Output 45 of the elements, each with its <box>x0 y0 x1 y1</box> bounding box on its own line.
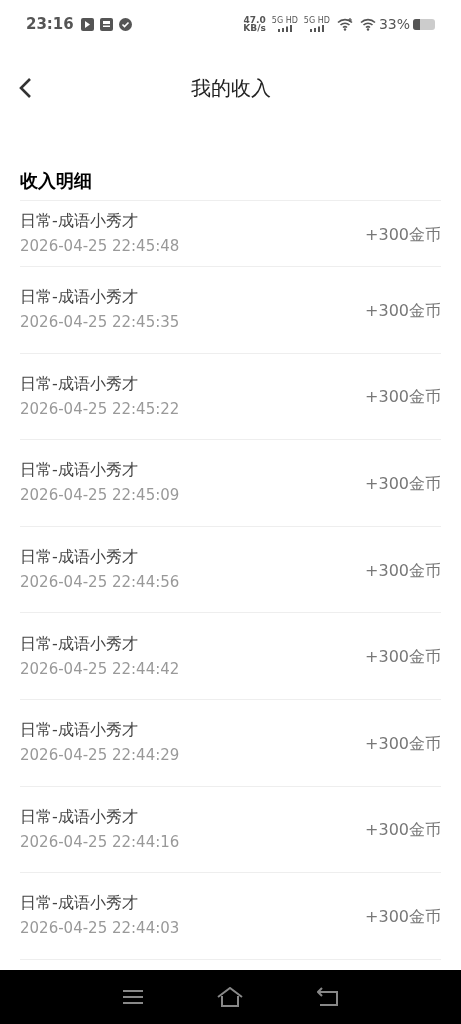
signal-icon <box>276 25 293 32</box>
record-time: 2026-04-25 22:45:35 <box>20 312 180 333</box>
record-time: 2026-04-25 22:44:16 <box>20 831 180 852</box>
record-amount: +300金币 <box>365 732 441 755</box>
wifi-icon <box>336 17 353 31</box>
record-time: 2026-04-25 22:44:03 <box>20 918 180 939</box>
section-title: 收入明细 <box>20 168 92 193</box>
record-title: 日常-成语小秀才 <box>20 547 139 568</box>
record-time: 2026-04-25 22:44:56 <box>20 572 180 593</box>
record-amount: +300金币 <box>365 905 441 928</box>
record-title: 日常-成语小秀才 <box>20 211 139 231</box>
record-time: 2026-04-25 22:44:29 <box>20 745 180 766</box>
record-time: 2026-04-25 22:45:09 <box>20 485 180 506</box>
battery-percent: 33% <box>378 14 410 34</box>
app-notification-icon <box>99 17 113 31</box>
record-title: 日常-成语小秀才 <box>20 720 139 741</box>
menu-icon[interactable] <box>122 989 143 1005</box>
home-icon[interactable] <box>216 987 243 1007</box>
record-amount: +300金币 <box>365 646 441 669</box>
record-amount: +300金币 <box>365 223 441 246</box>
record-title: 日常-成语小秀才 <box>20 287 139 308</box>
wifi-icon <box>359 17 376 31</box>
record-title: 日常-成语小秀才 <box>20 373 139 394</box>
record-title: 日常-成语小秀才 <box>20 806 139 827</box>
record-title: 日常-成语小秀才 <box>20 633 139 654</box>
battery-icon <box>413 18 435 30</box>
record-amount: +300金币 <box>365 386 441 409</box>
record-time: 2026-04-25 22:45:22 <box>20 398 180 419</box>
app-notification-icon <box>80 17 94 31</box>
record-title: 日常-成语小秀才 <box>20 460 139 481</box>
status-time: 23:16 <box>26 13 74 35</box>
signal-icon <box>308 25 325 32</box>
check-circle-icon <box>118 17 132 31</box>
network-type: 5G HD <box>303 16 330 25</box>
page-title: 我的收入 <box>190 75 271 102</box>
record-amount: +300金币 <box>365 473 441 495</box>
record-amount: +300金币 <box>365 559 441 582</box>
network-speed: 47.0 KB/s <box>243 16 266 32</box>
record-time: 2026-04-25 22:45:48 <box>20 236 180 256</box>
record-amount: +300金币 <box>365 299 441 322</box>
record-time: 2026-04-25 22:44:42 <box>20 658 180 679</box>
record-amount: +300金币 <box>365 819 441 842</box>
back-icon[interactable] <box>316 987 339 1007</box>
record-title: 日常-成语小秀才 <box>20 893 139 914</box>
network-type: 5G HD <box>271 16 298 25</box>
